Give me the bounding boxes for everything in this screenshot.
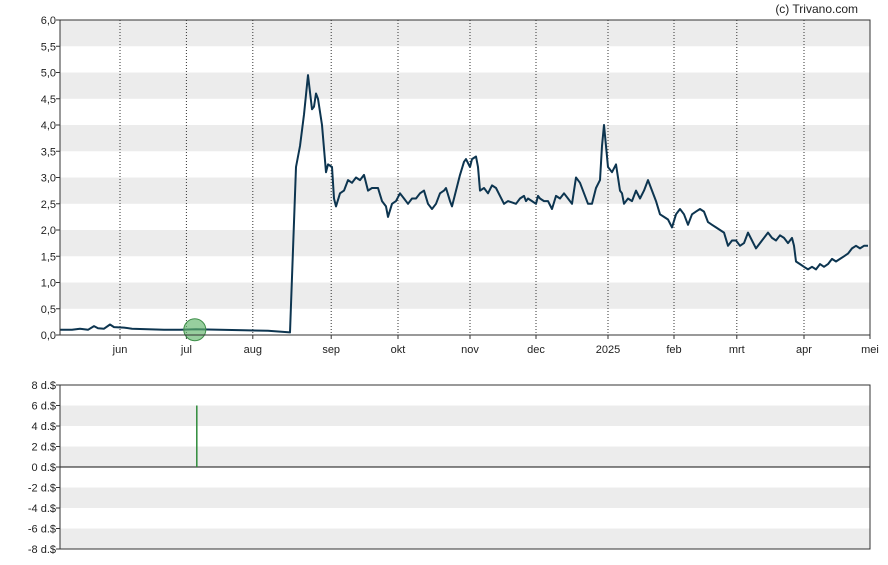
price-band bbox=[60, 125, 870, 152]
y-tick-label: 6,0 bbox=[41, 15, 56, 27]
x-tick-label: jun bbox=[112, 344, 128, 356]
y-tick-label: 1,0 bbox=[41, 278, 56, 290]
price-band bbox=[60, 20, 870, 47]
y-tick-label: 4,5 bbox=[41, 94, 56, 106]
dividend-y-tick-label: 0 d.$ bbox=[32, 462, 56, 474]
y-tick-label: 1,5 bbox=[41, 251, 56, 263]
dividend-chart-bands bbox=[60, 405, 870, 549]
x-tick-label: feb bbox=[666, 344, 681, 356]
x-tick-label: 2025 bbox=[596, 344, 620, 356]
x-tick-label: mrt bbox=[729, 344, 745, 356]
price-band bbox=[60, 177, 870, 204]
y-tick-label: 0,5 bbox=[41, 304, 56, 316]
dividend-y-tick-label: 4 d.$ bbox=[32, 421, 56, 433]
dividend-band bbox=[60, 528, 870, 549]
price-band bbox=[60, 72, 870, 99]
dividend-band bbox=[60, 446, 870, 467]
x-tick-label: okt bbox=[391, 344, 406, 356]
price-y-axis-ticks: 0,0 0,5 1,0 1,5 2,0 2,5 3,0 3,5 4,0 4,5 5,0 5,5 6,0 bbox=[41, 15, 60, 342]
dividend-band bbox=[60, 487, 870, 508]
price-x-axis-ticks: jun jul aug sep okt nov dec 2025 feb mrt apr mei bbox=[112, 335, 879, 356]
x-tick-label: jul bbox=[180, 344, 192, 356]
x-tick-label: aug bbox=[244, 344, 262, 356]
y-tick-label: 4,0 bbox=[41, 120, 56, 132]
y-tick-label: 2,5 bbox=[41, 199, 56, 211]
dividend-y-tick-label: -6 d.$ bbox=[28, 524, 56, 536]
y-tick-label: 3,0 bbox=[41, 173, 56, 185]
x-tick-label: apr bbox=[796, 344, 812, 356]
chart-svg: (c) Trivano.com 0,0 0,5 1,0 1,5 2,0 2,5 3,0 3,5… bbox=[28, 2, 879, 556]
price-chart-bands bbox=[60, 20, 870, 309]
x-tick-label: sep bbox=[322, 344, 340, 356]
dividend-y-tick-label: -4 d.$ bbox=[28, 503, 56, 515]
x-tick-label: nov bbox=[461, 344, 479, 356]
y-tick-label: 2,0 bbox=[41, 225, 56, 237]
copyright-label: (c) Trivano.com bbox=[775, 2, 858, 16]
dividend-y-tick-label: 2 d.$ bbox=[32, 442, 56, 454]
dividend-y-tick-label: -8 d.$ bbox=[28, 544, 56, 556]
dividend-y-tick-label: -2 d.$ bbox=[28, 483, 56, 495]
y-tick-label: 0,0 bbox=[41, 330, 56, 342]
dividend-y-tick-label: 8 d.$ bbox=[32, 380, 56, 392]
price-markers bbox=[183, 318, 207, 342]
x-tick-label: mei bbox=[861, 344, 879, 356]
price-band bbox=[60, 282, 870, 309]
dividend-band bbox=[60, 405, 870, 426]
y-tick-label: 5,5 bbox=[41, 41, 56, 53]
y-tick-label: 5,0 bbox=[41, 68, 56, 80]
y-tick-label: 3,5 bbox=[41, 146, 56, 158]
x-tick-label: dec bbox=[527, 344, 545, 356]
dividend-y-tick-label: 6 d.$ bbox=[32, 401, 56, 413]
dividend-marker bbox=[183, 318, 207, 342]
